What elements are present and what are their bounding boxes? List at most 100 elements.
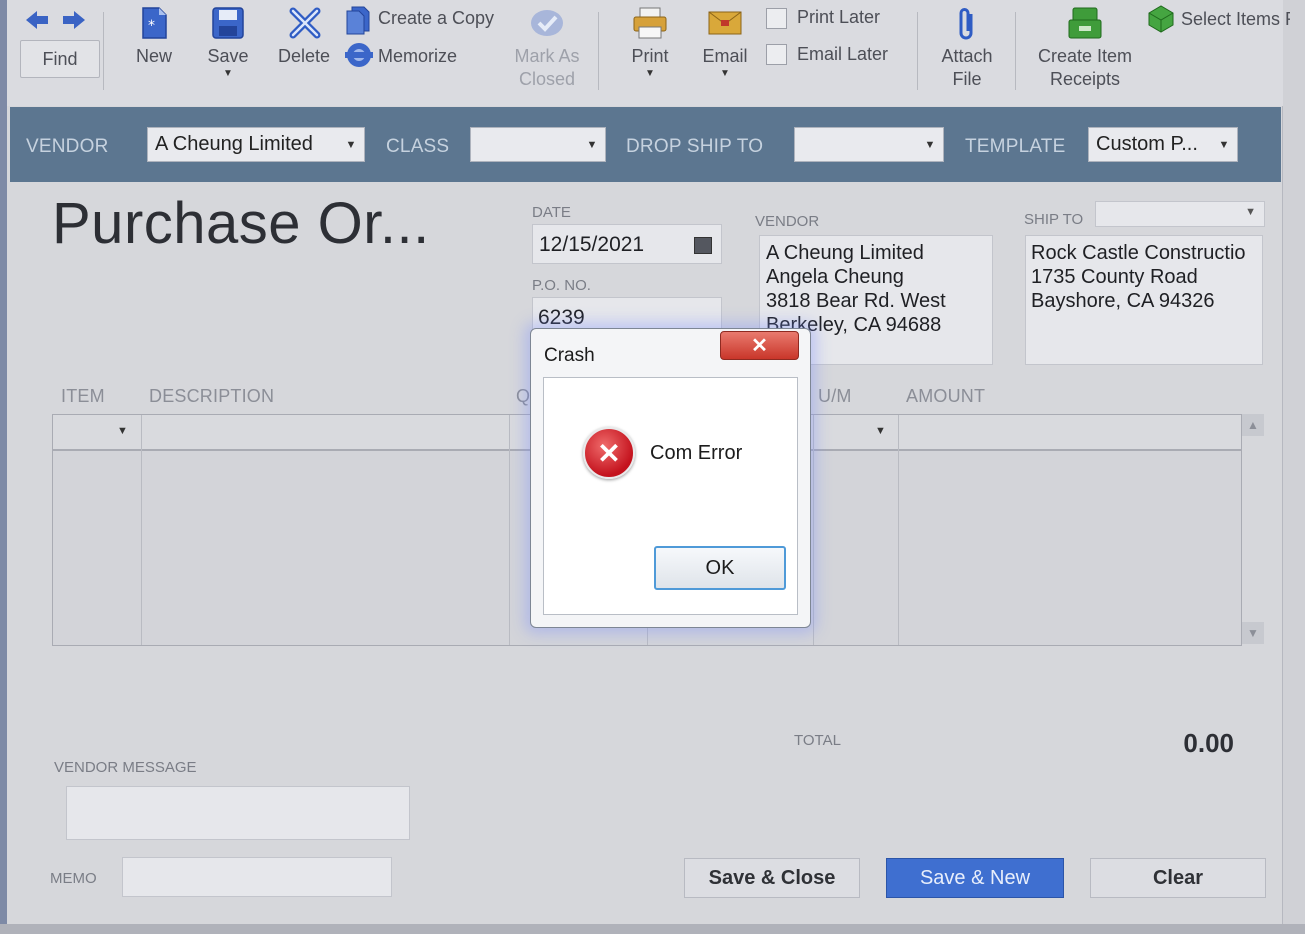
vendor-address-label: VENDOR [755, 213, 820, 230]
grid-divider [141, 415, 142, 645]
toolbar-separator [917, 12, 918, 90]
closed-label: Closed [518, 69, 576, 89]
dropship-header-label: DROP SHIP TO [626, 136, 764, 157]
clear-button[interactable]: Clear [1090, 858, 1266, 898]
date-value: 12/15/2021 [539, 233, 645, 256]
mark-as-label: Mark As [514, 46, 580, 66]
file-label: File [952, 69, 982, 89]
dialog-close-button[interactable]: ✕ [720, 331, 799, 360]
dropship-select[interactable]: ▼ [794, 127, 944, 162]
dialog-message: Com Error [650, 442, 743, 464]
toolbar: Find * New Save ▼ Delete Create a Copy M… [7, 0, 1290, 106]
select-items-icon [1148, 5, 1174, 33]
chevron-down-icon: ▼ [345, 138, 357, 151]
vendor-message-field[interactable] [66, 786, 410, 840]
attach-file-button[interactable]: Attach File [929, 4, 1005, 94]
date-label: DATE [532, 204, 571, 221]
vendor-select-value: A Cheung Limited [155, 133, 313, 155]
ship-to-address-line: Rock Castle Constructio [1031, 242, 1246, 264]
find-button[interactable]: Find [20, 40, 100, 78]
forward-arrow-icon[interactable] [61, 8, 87, 32]
ship-to-address-box[interactable]: Rock Castle Constructio 1735 County Road… [1025, 235, 1263, 365]
email-later-label: Email Later [797, 44, 889, 64]
dialog-title: Crash [544, 345, 595, 366]
receipts-label: Receipts [1049, 69, 1121, 89]
po-number-value: 6239 [538, 306, 585, 329]
ship-to-select[interactable]: ▼ [1095, 201, 1265, 227]
save-new-button[interactable]: Save & New [886, 858, 1064, 898]
calendar-icon[interactable] [694, 237, 712, 254]
chevron-down-icon[interactable]: ▼ [875, 425, 886, 437]
toolbar-separator [598, 12, 599, 90]
save-disk-icon [212, 7, 244, 39]
svg-text:*: * [148, 18, 155, 34]
email-later-checkbox[interactable] [766, 44, 787, 65]
envelope-icon [708, 11, 742, 35]
close-icon: ✕ [751, 335, 768, 357]
po-number-label: P.O. NO. [532, 277, 591, 294]
crash-dialog: Crash ✕ ✕ Com Error OK [530, 328, 811, 628]
delete-label: Delete [277, 46, 331, 66]
ship-to-address-line: Bayshore, CA 94326 [1031, 290, 1215, 312]
class-header-label: CLASS [386, 136, 450, 157]
delete-x-icon [289, 7, 321, 39]
column-header-item[interactable]: ITEM [61, 386, 105, 407]
email-label: Email [702, 46, 748, 66]
scroll-down-arrow[interactable]: ▼ [1242, 622, 1264, 644]
print-dropdown-caret[interactable]: ▼ [621, 68, 679, 79]
create-item-receipts-button[interactable]: Create Item Receipts [1027, 4, 1143, 94]
chevron-down-icon[interactable]: ▼ [117, 425, 128, 437]
email-dropdown-caret[interactable]: ▼ [695, 68, 755, 79]
template-select[interactable]: Custom P... ▼ [1088, 127, 1238, 162]
vendor-address-line: Angela Cheung [766, 266, 904, 288]
vendor-message-label: VENDOR MESSAGE [54, 759, 197, 776]
chevron-down-icon: ▼ [1245, 206, 1256, 218]
grid-divider [509, 415, 510, 645]
date-field[interactable]: 12/15/2021 [532, 224, 722, 264]
mark-as-closed-button[interactable]: Mark As Closed [507, 4, 587, 94]
ship-to-address-line: 1735 County Road [1031, 266, 1198, 288]
scroll-up-arrow[interactable]: ▲ [1242, 414, 1264, 436]
vendor-address-line: A Cheung Limited [766, 242, 924, 264]
total-label: TOTAL [794, 732, 841, 749]
column-header-amount[interactable]: AMOUNT [906, 386, 985, 407]
create-item-label: Create Item [1037, 46, 1133, 66]
new-button[interactable]: * New [125, 4, 183, 94]
form-title: Purchase Or... [52, 191, 430, 256]
column-header-description[interactable]: DESCRIPTION [149, 386, 274, 407]
window-frame-bottom [0, 924, 1305, 934]
toolbar-separator [1015, 12, 1016, 90]
column-header-um[interactable]: U/M [818, 386, 852, 407]
template-select-value: Custom P... [1096, 133, 1198, 155]
print-later-checkbox[interactable] [766, 8, 787, 29]
back-arrow-icon[interactable] [24, 8, 50, 32]
delete-button[interactable]: Delete [273, 4, 335, 94]
vendor-select[interactable]: A Cheung Limited ▼ [147, 127, 365, 162]
total-value: 0.00 [1183, 728, 1234, 758]
select-items-label: Select Items Re [1181, 9, 1290, 29]
print-later-label: Print Later [797, 7, 881, 27]
item-receipts-icon [1068, 7, 1102, 39]
select-items-button[interactable]: Select Items Re [1145, 2, 1290, 36]
column-header-quantity[interactable]: Q [516, 386, 530, 407]
grid-divider [898, 415, 899, 645]
memorize-label: Memorize [378, 46, 458, 66]
save-button[interactable]: Save ▼ [199, 4, 257, 94]
print-button[interactable]: Print ▼ [621, 4, 679, 94]
new-label: New [135, 46, 172, 66]
save-close-button[interactable]: Save & Close [684, 858, 860, 898]
chevron-down-icon: ▼ [924, 138, 936, 151]
save-dropdown-caret[interactable]: ▼ [199, 68, 257, 79]
ok-button[interactable]: OK [654, 546, 786, 590]
template-header-label: TEMPLATE [965, 136, 1066, 157]
email-button[interactable]: Email ▼ [695, 4, 755, 94]
toolbar-separator [103, 12, 104, 90]
copy-document-icon [346, 6, 370, 35]
create-copy-button[interactable]: Create a Copy [345, 4, 505, 36]
find-label: Find [42, 48, 78, 69]
error-icon: ✕ [583, 427, 635, 479]
memo-field[interactable] [122, 857, 392, 897]
memorize-button[interactable]: Memorize [343, 40, 503, 72]
grid-divider [813, 415, 814, 645]
class-select[interactable]: ▼ [470, 127, 606, 162]
